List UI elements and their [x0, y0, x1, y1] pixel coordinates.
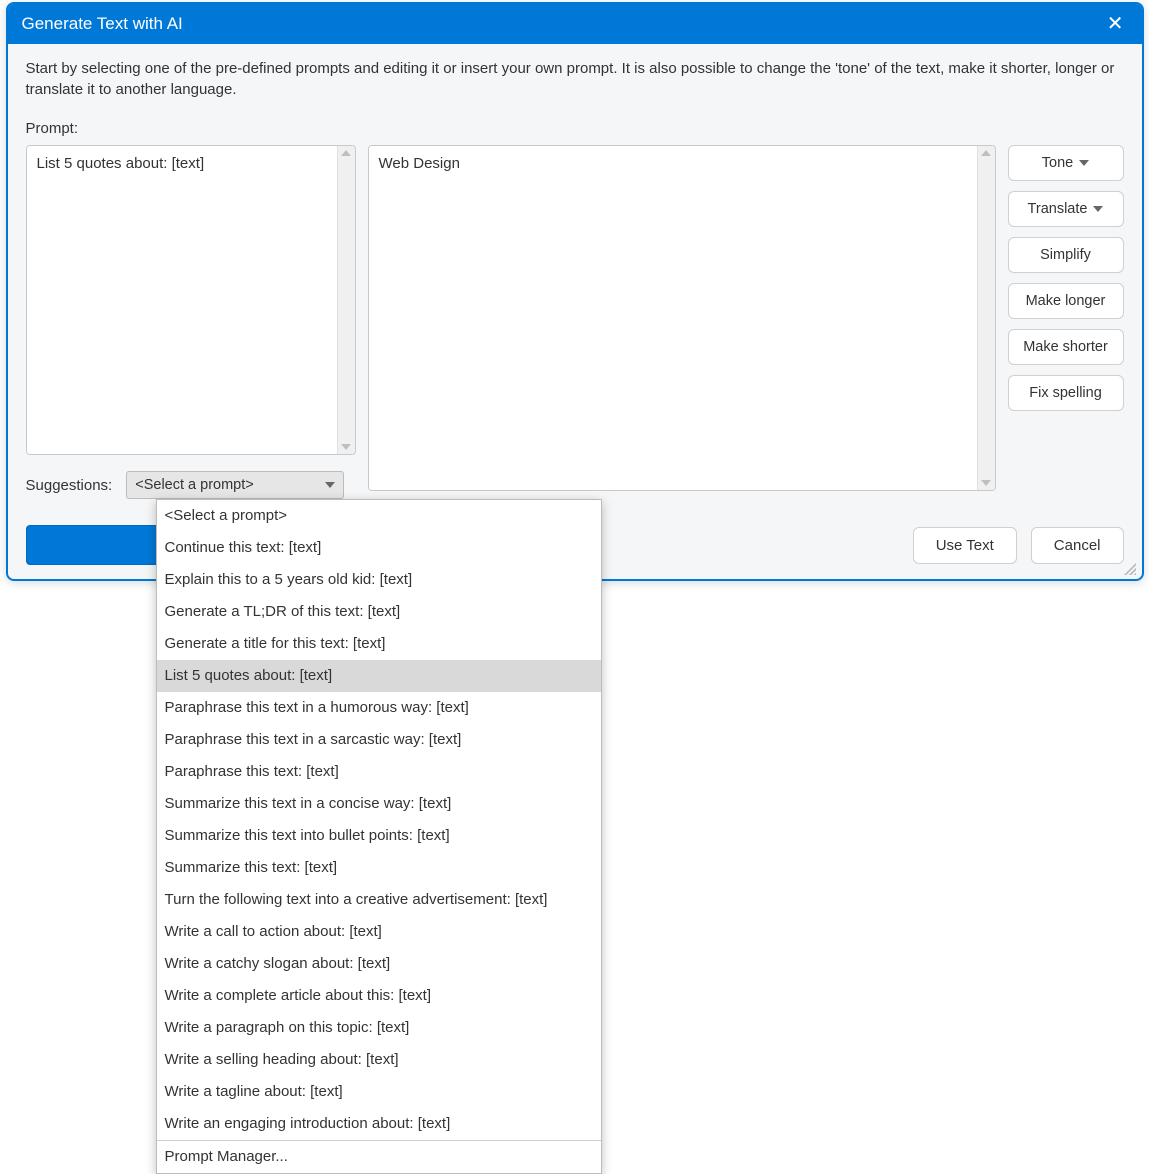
- dropdown-item-prompt-manager[interactable]: Prompt Manager...: [157, 1141, 601, 1173]
- output-textarea-wrap: [368, 145, 996, 491]
- dropdown-item[interactable]: Write a selling heading about: [text]: [157, 1044, 601, 1076]
- dialog-body: Start by selecting one of the pre-define…: [8, 44, 1142, 579]
- dropdown-item[interactable]: Paraphrase this text in a humorous way: …: [157, 692, 601, 724]
- dropdown-item[interactable]: Summarize this text into bullet points: …: [157, 820, 601, 852]
- prompt-textarea-wrap: [26, 145, 356, 455]
- button-label: Make longer: [1026, 293, 1106, 309]
- button-label: Make shorter: [1023, 339, 1108, 355]
- prompt-label: Prompt:: [26, 120, 1124, 137]
- suggestions-label: Suggestions:: [26, 477, 113, 494]
- footer-right: Use Text Cancel: [913, 527, 1124, 564]
- use-text-button[interactable]: Use Text: [913, 527, 1017, 564]
- suggestions-row: Suggestions: <Select a prompt> <Select a…: [26, 471, 356, 499]
- scroll-down-icon: [981, 480, 991, 486]
- dropdown-item[interactable]: Write an engaging introduction about: [t…: [157, 1108, 601, 1140]
- make-longer-button[interactable]: Make longer: [1008, 283, 1124, 319]
- dropdown-item[interactable]: <Select a prompt>: [157, 500, 601, 532]
- tone-button[interactable]: Tone: [1008, 145, 1124, 181]
- make-shorter-button[interactable]: Make shorter: [1008, 329, 1124, 365]
- side-buttons: Tone Translate Simplify Make longer Make…: [1008, 145, 1124, 499]
- scrollbar[interactable]: [977, 146, 995, 490]
- scroll-up-icon: [341, 150, 351, 156]
- dialog-generate-text: Generate Text with AI ✕ Start by selecti…: [6, 2, 1144, 581]
- dropdown-item[interactable]: Summarize this text in a concise way: [t…: [157, 788, 601, 820]
- close-icon[interactable]: ✕: [1103, 14, 1128, 34]
- dropdown-item[interactable]: Write a paragraph on this topic: [text]: [157, 1012, 601, 1044]
- suggestions-combo[interactable]: <Select a prompt>: [126, 471, 344, 499]
- output-textarea[interactable]: [369, 146, 977, 490]
- left-column: Suggestions: <Select a prompt> <Select a…: [26, 145, 356, 499]
- dropdown-item[interactable]: Summarize this text: [text]: [157, 852, 601, 884]
- dropdown-item[interactable]: Turn the following text into a creative …: [157, 884, 601, 916]
- scroll-down-icon: [341, 444, 351, 450]
- suggestions-dropdown[interactable]: <Select a prompt>Continue this text: [te…: [156, 499, 602, 1174]
- simplify-button[interactable]: Simplify: [1008, 237, 1124, 273]
- resize-grip-icon[interactable]: [1124, 563, 1136, 575]
- dropdown-item[interactable]: Write a catchy slogan about: [text]: [157, 948, 601, 980]
- button-label: Translate: [1028, 201, 1088, 217]
- dropdown-item[interactable]: Generate a TL;DR of this text: [text]: [157, 596, 601, 628]
- button-label: Simplify: [1040, 247, 1091, 263]
- scrollbar[interactable]: [337, 146, 355, 454]
- titlebar: Generate Text with AI ✕: [8, 4, 1142, 44]
- button-label: Tone: [1042, 155, 1073, 171]
- dropdown-item[interactable]: Paraphrase this text in a sarcastic way:…: [157, 724, 601, 756]
- dialog-title: Generate Text with AI: [22, 14, 183, 34]
- scroll-up-icon: [981, 150, 991, 156]
- button-label: Fix spelling: [1029, 385, 1102, 401]
- dropdown-item[interactable]: List 5 quotes about: [text]: [157, 660, 601, 692]
- dropdown-item[interactable]: Explain this to a 5 years old kid: [text…: [157, 564, 601, 596]
- prompt-textarea[interactable]: [27, 146, 337, 454]
- editor-row: Suggestions: <Select a prompt> <Select a…: [26, 145, 1124, 499]
- combo-value: <Select a prompt>: [135, 477, 254, 493]
- chevron-down-icon: [1093, 206, 1103, 212]
- dropdown-item[interactable]: Continue this text: [text]: [157, 532, 601, 564]
- fix-spelling-button[interactable]: Fix spelling: [1008, 375, 1124, 411]
- dropdown-item[interactable]: Generate a title for this text: [text]: [157, 628, 601, 660]
- cancel-button[interactable]: Cancel: [1031, 527, 1124, 564]
- translate-button[interactable]: Translate: [1008, 191, 1124, 227]
- chevron-down-icon: [325, 482, 335, 488]
- dropdown-item[interactable]: Write a call to action about: [text]: [157, 916, 601, 948]
- intro-text: Start by selecting one of the pre-define…: [26, 58, 1124, 100]
- chevron-down-icon: [1079, 160, 1089, 166]
- dropdown-item[interactable]: Write a tagline about: [text]: [157, 1076, 601, 1108]
- dropdown-item[interactable]: Write a complete article about this: [te…: [157, 980, 601, 1012]
- dropdown-item[interactable]: Paraphrase this text: [text]: [157, 756, 601, 788]
